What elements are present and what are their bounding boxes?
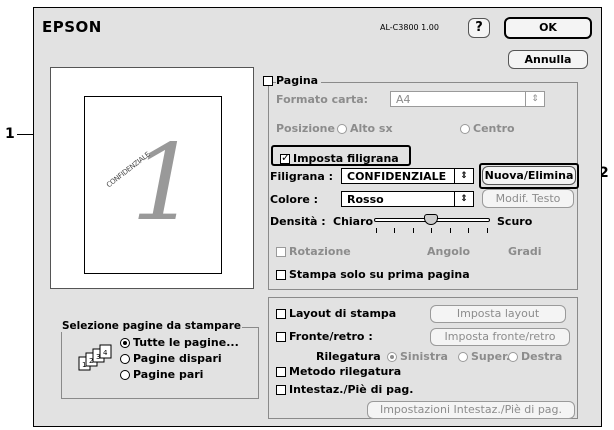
page-preview: 1 CONFIDENZIALE: [50, 67, 254, 289]
position-top-left-radio[interactable]: [337, 124, 347, 134]
watermark-name-label: Filigrana :: [270, 170, 334, 183]
select-arrows-icon: ⇕: [454, 169, 473, 183]
color-value: Rosso: [347, 193, 384, 206]
binding-left-radio[interactable]: [387, 352, 397, 362]
binding-method-checkbox[interactable]: [276, 367, 286, 377]
select-arrows-icon: ⇕: [454, 192, 473, 206]
modify-text-button[interactable]: Modif. Testo: [482, 189, 574, 208]
first-page-only-checkbox[interactable]: [276, 270, 286, 280]
watermark-name-value: CONFIDENZIALE: [347, 170, 447, 183]
color-select[interactable]: Rosso ⇕: [341, 191, 474, 207]
epson-logo: EPSON: [42, 18, 102, 36]
angle-label: Angolo: [427, 245, 471, 258]
slider-thumb[interactable]: [424, 214, 438, 225]
page-checkbox-label: Pagina: [276, 74, 322, 87]
layout-settings-button[interactable]: Imposta layout: [430, 305, 566, 323]
paper-size-value: A4: [396, 93, 411, 106]
all-pages-label: Tutte le pagine...: [133, 336, 239, 349]
binding-right-label: Destra: [521, 350, 563, 363]
position-top-left-label: Alto sx: [350, 122, 393, 135]
position-center-radio[interactable]: [460, 124, 470, 134]
callout-box-1: [271, 145, 411, 166]
header-footer-checkbox[interactable]: [276, 385, 286, 395]
printer-model: AL-C3800 1.00: [380, 23, 439, 32]
degrees-label: Gradi: [508, 245, 542, 258]
binding-top-label: Super.: [471, 350, 511, 363]
paper-size-select[interactable]: A4 ⇕: [390, 91, 545, 107]
binding-top-radio[interactable]: [458, 352, 468, 362]
preview-page-number: 1: [131, 122, 198, 244]
duplex-checkbox[interactable]: [276, 332, 286, 342]
even-pages-radio[interactable]: [120, 370, 130, 380]
odd-pages-radio[interactable]: [120, 354, 130, 364]
binding-right-radio[interactable]: [508, 352, 518, 362]
paper-size-label: Formato carta:: [276, 93, 369, 106]
select-arrows-icon: ⇕: [525, 92, 544, 106]
binding-method-label: Metodo rilegatura: [289, 365, 402, 378]
first-page-only-label: Stampa solo su prima pagina: [289, 268, 470, 281]
print-layout-checkbox[interactable]: [276, 309, 286, 319]
all-pages-radio[interactable]: [120, 338, 130, 348]
density-low-label: Chiaro: [333, 215, 374, 228]
page-selection-title: Selezione pagine da stampare: [61, 320, 243, 332]
density-slider[interactable]: [374, 214, 490, 236]
even-pages-label: Pagine pari: [133, 368, 204, 381]
rotation-label: Rotazione: [289, 245, 351, 258]
position-label: Posizione :: [276, 122, 344, 135]
odd-pages-label: Pagine dispari: [133, 352, 222, 365]
callout-box-2: [479, 163, 579, 189]
color-label: Colore :: [270, 193, 319, 206]
density-label: Densità :: [270, 215, 326, 228]
watermark-settings-dialog: EPSON AL-C3800 1.00 ? OK Annulla 1 CONFI…: [33, 7, 602, 427]
callout-number-1: 1: [5, 126, 15, 142]
cancel-button[interactable]: Annulla: [508, 50, 588, 69]
page-order-icon: 1 2 3 4: [78, 344, 112, 372]
header-footer-label: Intestaz./Piè di pag.: [289, 383, 414, 396]
density-high-label: Scuro: [497, 215, 533, 228]
header-footer-settings-button[interactable]: Impostazioni Intestaz./Piè di pag.: [367, 401, 575, 419]
binding-label: Rilegatura: [316, 350, 381, 363]
page-checkbox[interactable]: [263, 76, 273, 86]
preview-page: 1 CONFIDENZIALE: [84, 96, 222, 274]
svg-text:4: 4: [103, 349, 108, 357]
binding-left-label: Sinistra: [400, 350, 448, 363]
ok-button[interactable]: OK: [504, 17, 592, 39]
duplex-settings-button[interactable]: Imposta fronte/retro: [430, 328, 570, 346]
rotation-checkbox[interactable]: [276, 247, 286, 257]
print-layout-label: Layout di stampa: [289, 307, 397, 320]
position-center-label: Centro: [473, 122, 515, 135]
slider-ticks: [376, 228, 488, 233]
duplex-label: Fronte/retro :: [289, 330, 373, 343]
watermark-name-select[interactable]: CONFIDENZIALE ⇕: [341, 168, 474, 184]
help-button[interactable]: ?: [468, 18, 490, 38]
